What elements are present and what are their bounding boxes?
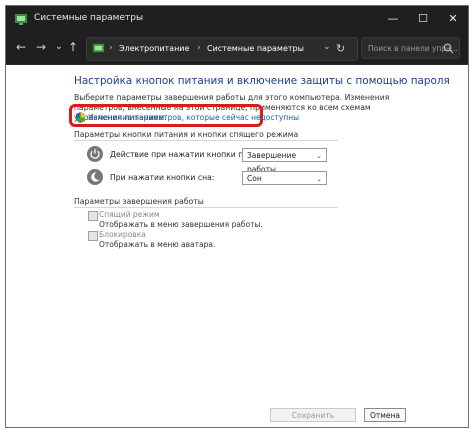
control-panel-icon bbox=[92, 43, 105, 53]
save-changes-button[interactable]: Сохранить изменения bbox=[270, 408, 356, 427]
minimize-button[interactable]: — bbox=[378, 6, 408, 32]
title-bar[interactable]: Системные параметры — ☐ ✕ bbox=[6, 6, 468, 32]
hibernate-label: Спящий режим bbox=[99, 210, 160, 219]
chevron-down-icon: ⌄ bbox=[316, 152, 322, 160]
control-panel-icon bbox=[15, 14, 27, 25]
address-bar[interactable]: › Электропитание › Системные параметры ⌄ bbox=[86, 37, 358, 61]
up-arrow-icon[interactable]: ↑ bbox=[64, 38, 82, 56]
change-settings-link[interactable]: Изменение параметров, которые сейчас нед… bbox=[88, 113, 299, 122]
breadcrumb-separator: › bbox=[197, 43, 201, 53]
lock-checkbox[interactable] bbox=[88, 231, 98, 241]
control-panel-window: Системные параметры — ☐ ✕ ← → ⌄ ↑ › Элек… bbox=[5, 5, 469, 428]
hibernate-description: Отображать в меню завершения работы. bbox=[99, 220, 263, 229]
power-button-action-select[interactable]: Завершение работы ⌄ bbox=[242, 148, 327, 174]
search-icon bbox=[443, 43, 454, 54]
power-symbol-icon bbox=[90, 149, 100, 159]
hibernate-checkbox[interactable] bbox=[88, 211, 98, 221]
sleep-button-icon bbox=[87, 169, 103, 185]
address-dropdown-icon[interactable]: ⌄ bbox=[323, 42, 331, 52]
page-title: Настройка кнопок питания и включение защ… bbox=[74, 75, 450, 87]
section-divider bbox=[74, 207, 338, 208]
main-content: Настройка кнопок питания и включение защ… bbox=[6, 65, 468, 403]
lock-description: Отображать в меню аватара. bbox=[99, 240, 216, 249]
power-button-icon bbox=[87, 146, 103, 162]
close-button[interactable]: ✕ bbox=[438, 6, 468, 32]
sleep-button-action-label: При нажатии кнопки сна: bbox=[110, 173, 215, 182]
shutdown-section-title: Параметры завершения работы bbox=[74, 197, 204, 206]
uac-shield-icon bbox=[76, 112, 85, 123]
back-arrow-icon[interactable]: ← bbox=[12, 38, 30, 56]
power-buttons-section-title: Параметры кнопки питания и кнопки спящег… bbox=[74, 130, 299, 139]
navigation-bar: ← → ⌄ ↑ › Электропитание › Системные пар… bbox=[6, 32, 468, 65]
section-divider bbox=[74, 140, 338, 141]
moon-icon bbox=[91, 172, 100, 182]
sleep-button-action-value: Сон bbox=[247, 174, 262, 183]
footer-bar: Сохранить изменения Отмена bbox=[6, 403, 468, 427]
breadcrumb-separator: › bbox=[109, 43, 113, 53]
search-input[interactable]: Поиск в панели упра... bbox=[361, 37, 460, 59]
sleep-button-action-select[interactable]: Сон ⌄ bbox=[242, 171, 327, 185]
chevron-down-icon: ⌄ bbox=[316, 175, 322, 183]
cancel-button[interactable]: Отмена bbox=[364, 408, 406, 422]
lock-label: Блокировка bbox=[99, 230, 146, 239]
refresh-icon[interactable]: ↻ bbox=[336, 42, 345, 55]
breadcrumb-system-settings[interactable]: Системные параметры bbox=[207, 44, 304, 53]
maximize-button[interactable]: ☐ bbox=[408, 6, 438, 32]
window-title: Системные параметры bbox=[34, 13, 144, 23]
breadcrumb-power-options[interactable]: Электропитание bbox=[119, 44, 189, 53]
forward-arrow-icon[interactable]: → bbox=[32, 38, 50, 56]
